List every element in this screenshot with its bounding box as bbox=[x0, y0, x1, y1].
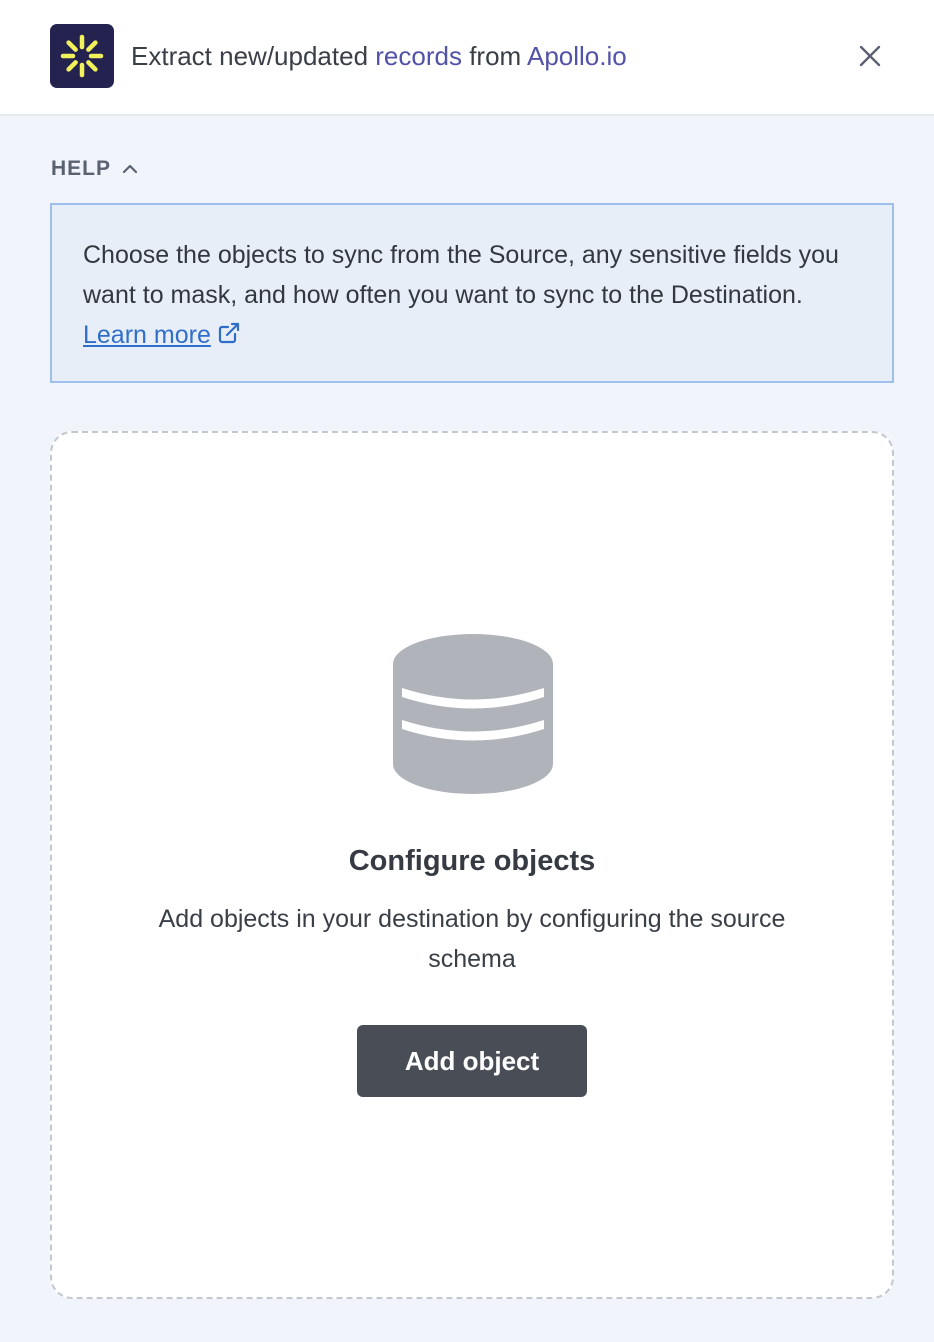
title-prefix: Extract new/updated bbox=[131, 41, 376, 71]
external-link-icon[interactable] bbox=[217, 317, 241, 357]
learn-more-link[interactable]: Learn more bbox=[83, 321, 211, 349]
panel-header: Extract new/updated records from Apollo.… bbox=[0, 0, 934, 116]
help-toggle[interactable]: HELP bbox=[51, 157, 139, 181]
empty-state-description: Add objects in your destination by confi… bbox=[158, 905, 786, 973]
help-panel: Choose the objects to sync from the Sour… bbox=[50, 203, 894, 383]
close-button[interactable] bbox=[852, 38, 888, 74]
title-object: records bbox=[375, 41, 462, 71]
apollo-logo-icon bbox=[50, 24, 114, 88]
learn-more-label: Learn more bbox=[83, 321, 211, 349]
empty-state-card: Configure objects Add objects in your de… bbox=[50, 431, 894, 1299]
chevron-up-icon bbox=[122, 164, 138, 174]
title-mid: from bbox=[461, 41, 527, 71]
empty-state-title: Configure objects bbox=[348, 845, 596, 877]
help-text: Choose the objects to sync from the Sour… bbox=[83, 241, 839, 309]
add-object-button[interactable]: Add object bbox=[357, 1025, 587, 1097]
title-source: Apollo.io bbox=[526, 41, 627, 71]
database-icon bbox=[393, 634, 553, 794]
help-label: HELP bbox=[51, 157, 112, 180]
close-icon bbox=[859, 45, 881, 67]
panel-title: Extract new/updated records from Apollo.… bbox=[131, 38, 627, 74]
